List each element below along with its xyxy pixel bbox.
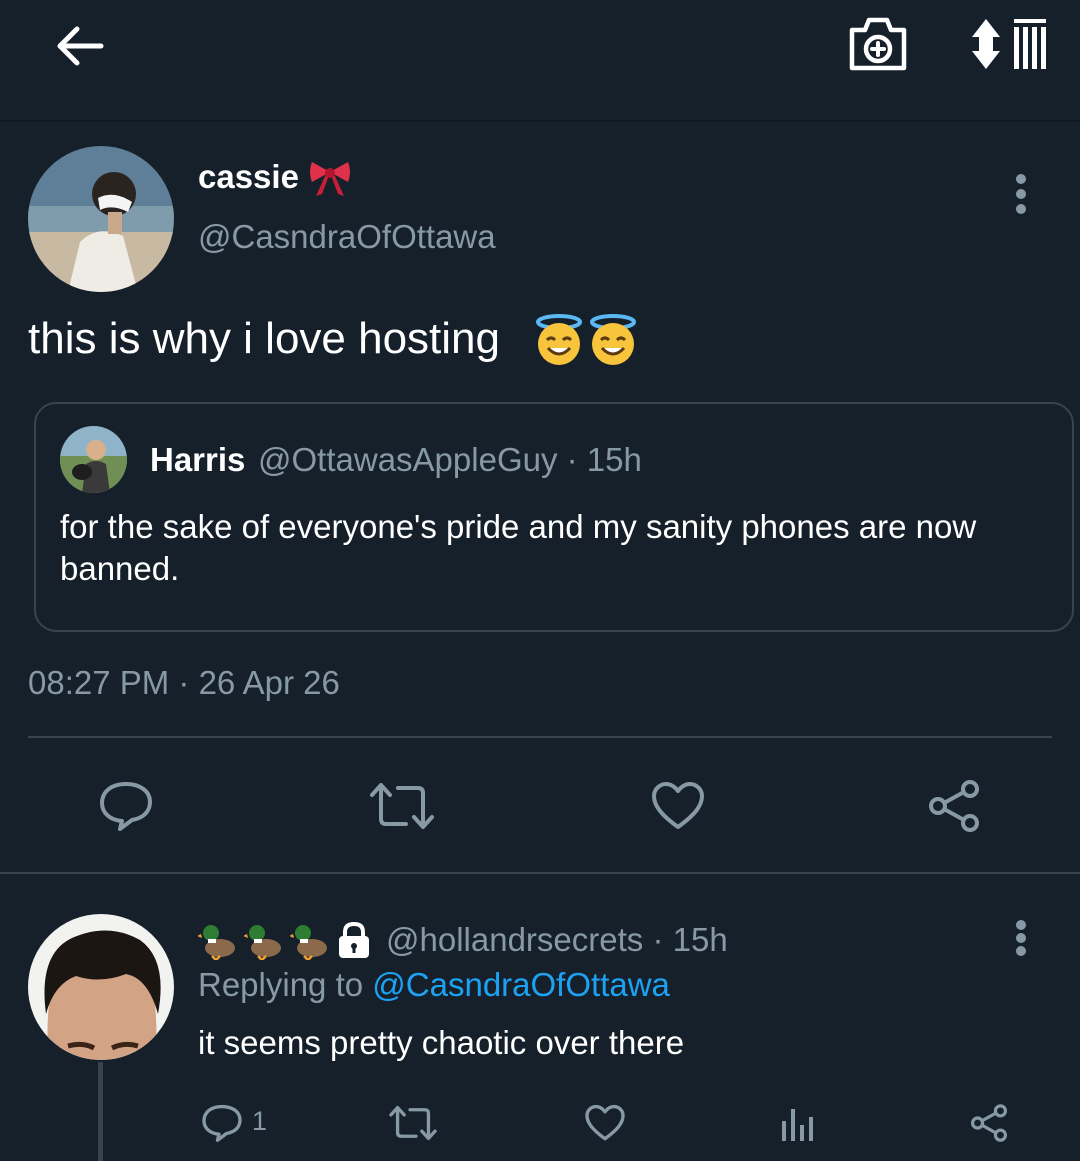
- more-dot: [1016, 933, 1026, 943]
- reply-icon: [100, 782, 152, 831]
- more-options-button[interactable]: [1006, 174, 1036, 214]
- retweet-icon: [389, 1105, 437, 1141]
- analytics-button[interactable]: [776, 1100, 818, 1146]
- reply-button[interactable]: [94, 776, 158, 836]
- reply-share-button[interactable]: [966, 1100, 1012, 1146]
- author-avatar[interactable]: [28, 146, 174, 292]
- retweet-icon: [370, 783, 434, 829]
- tweet-emojis: [534, 314, 638, 366]
- arrow-left-icon: [57, 26, 104, 66]
- more-dot: [1016, 189, 1026, 199]
- tweet-timestamp: 08:27 PM · 26 Apr 26: [28, 664, 340, 701]
- halo-face-emoji: [536, 314, 582, 365]
- reply-icon: [202, 1104, 242, 1142]
- share-icon: [970, 1104, 1008, 1142]
- more-dot: [1016, 204, 1026, 214]
- tweet-text: this is why i love hosting: [28, 314, 500, 363]
- author-handle[interactable]: @CasndraOfOttawa: [198, 218, 496, 256]
- replying-to-label: Replying to: [198, 966, 364, 1003]
- more-dot: [1016, 174, 1026, 184]
- more-dot: [1016, 946, 1026, 956]
- quoted-author-name: Harris: [150, 441, 246, 478]
- divider: [0, 872, 1080, 874]
- divider: [28, 736, 1052, 738]
- like-icon: [652, 782, 704, 829]
- reply-retweet-button[interactable]: [386, 1100, 440, 1146]
- more-dot: [1016, 920, 1026, 930]
- share-button[interactable]: [924, 776, 984, 836]
- top-app-bar: [0, 0, 1080, 122]
- like-button[interactable]: [648, 778, 708, 834]
- lock-icon: [339, 921, 369, 958]
- replying-to-link[interactable]: @CasndraOfOttawa: [372, 966, 670, 1003]
- duck-emoji: [198, 925, 235, 960]
- quoted-author-avatar: [60, 426, 127, 493]
- reply-more-options-button[interactable]: [1006, 920, 1036, 956]
- bow-emoji: [308, 158, 352, 203]
- halo-face-emoji: [590, 314, 636, 365]
- author-display-name[interactable]: cassie: [198, 158, 299, 196]
- quoted-author-meta: @OttawasAppleGuy · 15h: [258, 441, 642, 478]
- camera-plus-icon: [849, 17, 907, 71]
- reply-author-handle[interactable]: @hollandrsecrets · 15h: [386, 921, 728, 959]
- thread-line: [98, 1062, 103, 1161]
- back-button[interactable]: [44, 16, 114, 76]
- share-icon: [929, 780, 979, 832]
- reply-like-button[interactable]: [582, 1100, 628, 1146]
- reply-count: 1: [252, 1106, 268, 1136]
- replying-to-line: Replying to @CasndraOfOttawa: [198, 966, 670, 1004]
- reply-reply-button[interactable]: [198, 1100, 246, 1146]
- duck-emoji: [290, 925, 327, 960]
- quoted-tweet-text: for the sake of everyone's pride and my …: [60, 508, 977, 587]
- analytics-icon: [782, 1109, 813, 1141]
- sort-button[interactable]: [966, 10, 1054, 76]
- reply-text: it seems pretty chaotic over there: [198, 1024, 685, 1061]
- reply-author-header: @hollandrsecrets · 15h: [198, 916, 728, 964]
- reply-author-avatar[interactable]: [28, 914, 174, 1060]
- camera-button[interactable]: [840, 10, 916, 76]
- retweet-button[interactable]: [366, 778, 438, 834]
- duck-emoji: [244, 925, 281, 960]
- sort-list-icon: [972, 19, 1046, 69]
- like-icon: [585, 1104, 625, 1141]
